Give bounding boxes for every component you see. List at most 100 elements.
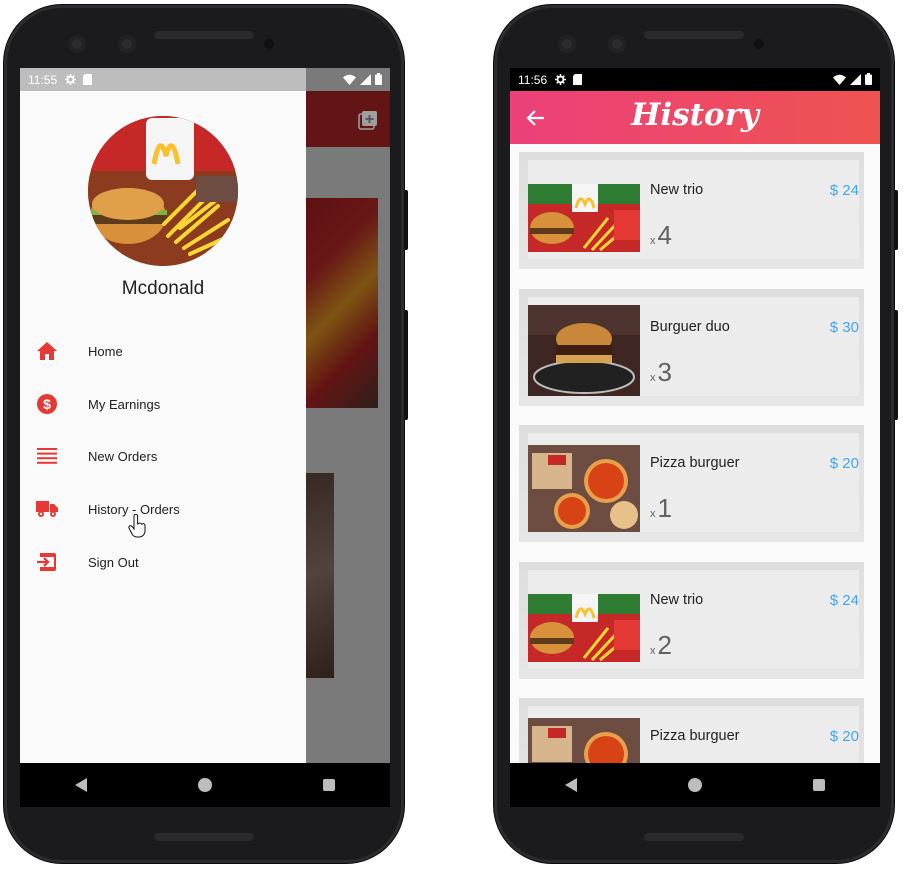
nav-home-icon[interactable] — [687, 778, 702, 792]
battery-icon — [865, 73, 872, 85]
status-time: 11:56 — [518, 72, 548, 87]
quantity-prefix: x — [650, 508, 656, 520]
quantity-value: 3 — [657, 357, 672, 387]
page-title: History — [631, 97, 759, 133]
quantity-value: 4 — [657, 220, 672, 250]
drawer-item-new-orders[interactable]: New Orders — [20, 436, 306, 476]
list-icon — [36, 445, 58, 467]
quantity-prefix: x — [650, 372, 656, 384]
power-button — [894, 190, 898, 250]
status-bar: 11:55 — [20, 68, 390, 91]
order-quantity: x1 — [650, 493, 672, 524]
nav-recent-icon[interactable] — [812, 779, 825, 791]
signal-icon — [850, 73, 861, 85]
drawer-item-label: My Earnings — [88, 396, 161, 412]
system-navigation-bar — [20, 763, 390, 807]
restaurant-avatar — [88, 116, 238, 266]
order-card-content: Pizza burguer $ 20 — [528, 706, 859, 763]
status-time: 11:55 — [28, 72, 58, 87]
order-item-price: $ 20 — [829, 455, 859, 472]
status-icons — [833, 73, 872, 85]
order-item-price: $ 20 — [829, 728, 859, 745]
battery-icon — [375, 73, 382, 85]
settings-icon — [65, 74, 77, 85]
nav-recent-icon[interactable] — [322, 779, 335, 791]
status-icons — [343, 73, 382, 85]
order-item-name: New trio — [650, 592, 704, 608]
order-item-price: $ 24 — [829, 182, 859, 199]
restaurant-name: Mcdonald — [121, 278, 205, 299]
order-thumbnail — [528, 594, 640, 662]
order-card[interactable]: Burguer duo $ 30 x3 — [519, 289, 864, 406]
system-navigation-bar — [510, 763, 880, 807]
order-card-content: Burguer duo $ 30 x3 — [528, 297, 859, 396]
dollar-icon: $ — [36, 393, 58, 415]
earpiece-speaker — [154, 31, 254, 39]
home-icon — [36, 340, 58, 362]
drawer-item-my-earnings[interactable]: $ My Earnings — [20, 384, 306, 424]
settings-icon — [555, 74, 567, 85]
order-thumbnail — [528, 445, 640, 532]
nav-home-icon[interactable] — [197, 778, 212, 792]
drawer-item-sign-out[interactable]: Sign Out — [20, 542, 306, 582]
order-card[interactable]: New trio $ 24 x4 — [519, 152, 864, 269]
drawer-item-label: New Orders — [88, 448, 158, 464]
nav-back-icon[interactable] — [75, 778, 88, 792]
order-quantity: x2 — [650, 630, 672, 661]
order-item-price: $ 24 — [829, 592, 859, 609]
order-thumbnail — [528, 305, 640, 396]
order-card[interactable]: Pizza burguer $ 20 x1 — [519, 425, 864, 542]
add-box-icon[interactable] — [358, 110, 378, 130]
app-bar: History — [510, 91, 880, 144]
phone-left: 11:55 Mcdonald Home $ My Earnings New Or… — [4, 5, 408, 863]
front-sensor — [608, 35, 626, 53]
order-card-content: New trio $ 24 x4 — [528, 160, 859, 259]
quantity-value: 1 — [657, 493, 672, 523]
order-item-name: Burguer duo — [650, 319, 730, 335]
order-item-name: Pizza burguer — [650, 728, 740, 744]
svg-text:$: $ — [43, 396, 51, 412]
bottom-speaker — [644, 833, 744, 841]
front-sensor — [118, 35, 136, 53]
wifi-icon — [833, 74, 846, 85]
order-card-content: New trio $ 24 x2 — [528, 570, 859, 669]
order-item-name: Pizza burguer — [650, 455, 740, 471]
power-button — [404, 190, 408, 250]
order-item-name: New trio — [650, 182, 704, 198]
signal-icon — [360, 73, 371, 85]
drawer-item-label: Home — [88, 343, 123, 359]
volume-button — [404, 310, 408, 420]
order-card-content: Pizza burguer $ 20 x1 — [528, 433, 859, 532]
earpiece-speaker — [644, 31, 744, 39]
quantity-value: 2 — [657, 630, 672, 660]
sd-card-icon — [83, 74, 93, 85]
nav-back-icon[interactable] — [565, 778, 578, 792]
order-card[interactable]: New trio $ 24 x2 — [519, 562, 864, 679]
order-thumbnail — [528, 718, 640, 763]
screen-left: 11:55 Mcdonald Home $ My Earnings New Or… — [20, 68, 390, 763]
order-card[interactable]: Pizza burguer $ 20 — [519, 698, 864, 763]
quantity-prefix: x — [650, 235, 656, 247]
sign-out-icon — [36, 551, 58, 573]
order-quantity: x4 — [650, 220, 672, 251]
proximity-sensor — [264, 39, 274, 49]
order-item-price: $ 30 — [829, 319, 859, 336]
bottom-speaker — [154, 833, 254, 841]
proximity-sensor — [754, 39, 764, 49]
drawer-item-history-orders[interactable]: History - Orders — [20, 489, 306, 529]
drawer-item-label: Sign Out — [88, 554, 139, 570]
hand-cursor-icon — [128, 514, 146, 538]
navigation-drawer: 11:55 Mcdonald Home $ My Earnings New Or… — [20, 68, 382, 763]
drawer-item-home[interactable]: Home — [20, 331, 306, 371]
wifi-icon — [343, 74, 356, 85]
screen-right: 11:56 History New trio $ 24 x4 Burguer d… — [510, 68, 880, 763]
phone-right: 11:56 History New trio $ 24 x4 Burguer d… — [494, 5, 898, 863]
order-history-list[interactable]: New trio $ 24 x4 Burguer duo $ 30 x3 Piz… — [510, 144, 880, 763]
sd-card-icon — [573, 74, 583, 85]
truck-icon — [36, 498, 58, 520]
front-camera — [68, 35, 86, 53]
order-quantity: x3 — [650, 357, 672, 388]
mcdonalds-food-image — [88, 116, 238, 266]
quantity-prefix: x — [650, 645, 656, 657]
status-bar: 11:56 — [510, 68, 880, 91]
